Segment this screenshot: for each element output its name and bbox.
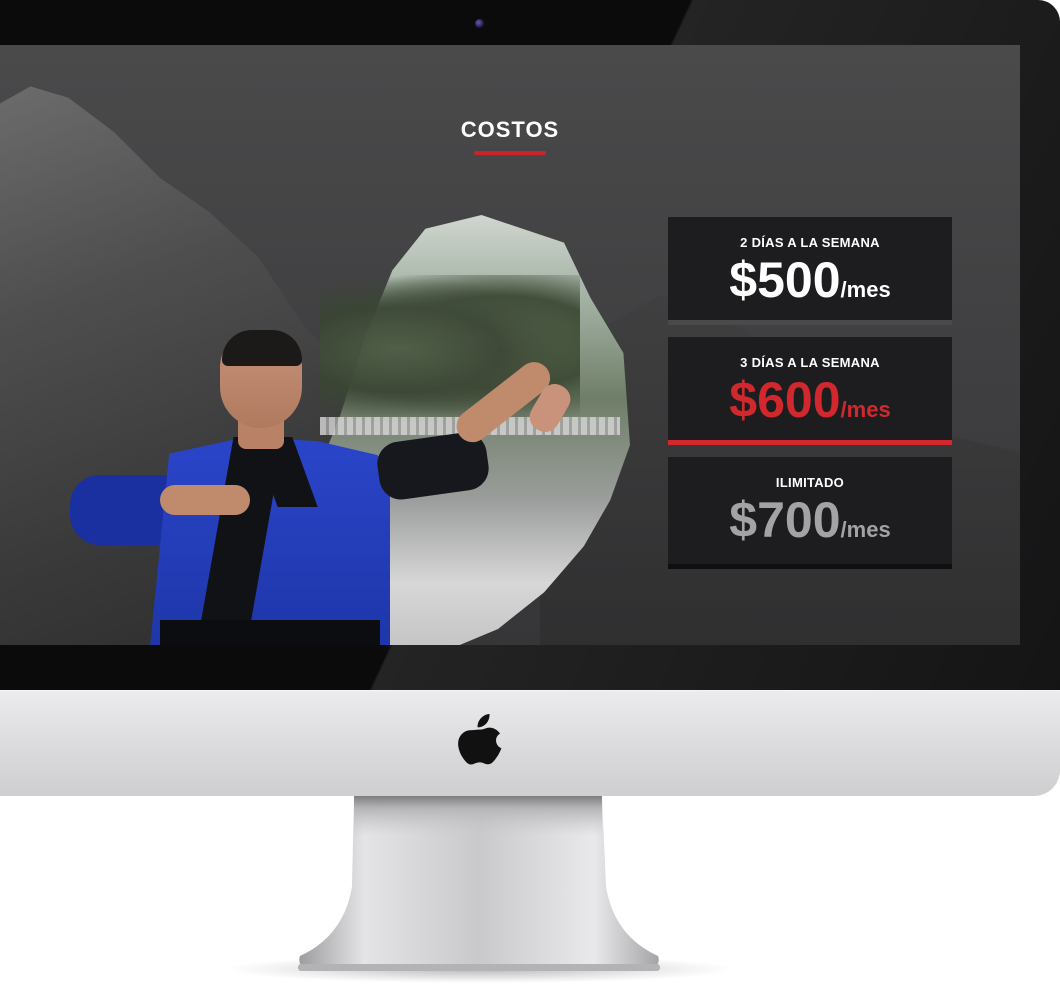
website-screen: COSTOS 2 DÍAS A LA SEMANA $500/mes 3 DÍA… [0, 45, 1020, 645]
plan-label: ILIMITADO [775, 475, 845, 490]
price-period: /mes [840, 517, 891, 542]
figure-belt [160, 620, 380, 645]
section-title: COSTOS [460, 117, 560, 142]
monitor-stand [298, 796, 660, 971]
price-amount: $700 [729, 492, 841, 548]
price-card-2-days[interactable]: 2 DÍAS A LA SEMANA $500/mes [668, 217, 952, 325]
figure-left-forearm [160, 485, 250, 515]
apple-logo-icon [458, 714, 502, 765]
monitor-bezel: COSTOS 2 DÍAS A LA SEMANA $500/mes 3 DÍA… [0, 0, 1060, 690]
price-line: $600/mes [668, 374, 952, 426]
plan-label: 2 DÍAS A LA SEMANA [740, 235, 880, 250]
price-card-3-days[interactable]: 3 DÍAS A LA SEMANA $600/mes [668, 337, 952, 445]
price-line: $500/mes [668, 254, 952, 306]
price-amount: $500 [729, 252, 841, 308]
price-card-unlimited[interactable]: ILIMITADO $700/mes [668, 457, 952, 569]
price-period: /mes [840, 397, 891, 422]
price-amount: $600 [729, 372, 841, 428]
price-period: /mes [840, 277, 891, 302]
camera-icon [475, 19, 484, 28]
figure-hair [222, 330, 302, 366]
plan-label: 3 DÍAS A LA SEMANA [740, 355, 880, 370]
title-underline [474, 151, 546, 155]
monitor-chin [0, 690, 1060, 796]
price-line: $700/mes [668, 494, 952, 546]
